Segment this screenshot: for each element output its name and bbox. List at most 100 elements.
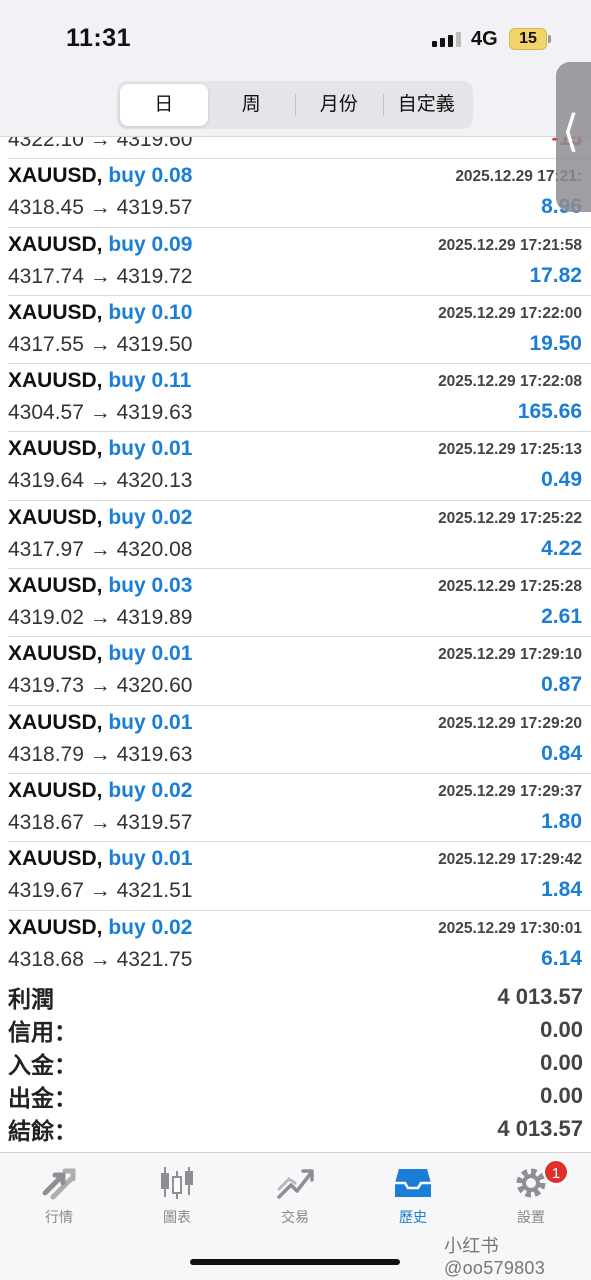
- trade-side: buy: [108, 164, 146, 188]
- trade-profit: 4.22: [541, 536, 582, 560]
- trade-row[interactable]: XAUUSD, buy 0.084322.10 → 4319.602025.12…: [8, 137, 591, 160]
- trade-row[interactable]: XAUUSD, buy 0.10 4317.55 → 4319.50 2025.12…: [8, 296, 591, 365]
- trade-symbol-line: XAUUSD, buy 0.03: [8, 574, 192, 598]
- quotes-arrows-icon: [42, 1168, 76, 1200]
- tab-chart[interactable]: 圖表: [127, 1165, 227, 1227]
- period-segmented-control: 日 周 月份 自定義: [117, 81, 473, 129]
- trade-side: buy: [108, 369, 146, 393]
- trade-prices: 4318.68 → 4321.75: [8, 947, 193, 971]
- summary-profit-row: 利潤 4 013.57: [8, 980, 583, 1013]
- tab-settings-label: 設置: [517, 1209, 545, 1225]
- trade-prices: 4319.73 → 4320.60: [8, 674, 193, 698]
- trade-volume: 0.02: [151, 505, 193, 529]
- trade-symbol: XAUUSD,: [8, 574, 103, 598]
- trade-volume: 0.09: [151, 232, 193, 256]
- tab-quotes[interactable]: 行情: [9, 1165, 109, 1227]
- trade-side: buy: [108, 642, 146, 666]
- trade-symbol-line: XAUUSD, buy 0.01: [8, 847, 192, 871]
- trade-side: buy: [108, 778, 146, 802]
- summary-credit-label: 信用：: [8, 1018, 77, 1045]
- trade-datetime: 2025.12.29 17:21:58: [438, 236, 582, 254]
- trade-datetime: 2025.12.29 17:29:10: [438, 646, 582, 664]
- candlestick-chart-icon: [161, 1167, 193, 1199]
- trade-prices: 4319.02 → 4319.89: [8, 606, 193, 630]
- trade-symbol-line: XAUUSD, buy 0.02: [8, 506, 192, 530]
- trade-symbol-line: XAUUSD, buy 0.11: [8, 369, 191, 393]
- trade-volume: 0.01: [151, 847, 193, 871]
- trade-volume: 0.08: [151, 164, 193, 188]
- trade-symbol: XAUUSD,: [8, 369, 103, 393]
- tab-trade[interactable]: 交易: [245, 1165, 345, 1227]
- trade-row[interactable]: XAUUSD, buy 0.01 4319.64 → 4320.13 2025.12…: [8, 432, 591, 501]
- summary-deposit-label: 入金：: [8, 1051, 77, 1078]
- summary-withdrawal-row: 出金： 0.00: [8, 1080, 583, 1113]
- trade-history-list[interactable]: XAUUSD, buy 0.08 4322.10 → 4319.60 2025.12…: [0, 137, 591, 972]
- summary-balance-row: 結餘： 4 013.57: [8, 1113, 583, 1146]
- tab-history-label: 歷史: [399, 1209, 427, 1225]
- tab-month[interactable]: 月份: [295, 84, 383, 126]
- tab-settings[interactable]: 設置 1: [481, 1159, 581, 1227]
- trade-side: buy: [108, 300, 146, 324]
- trade-symbol: XAUUSD,: [8, 164, 103, 188]
- tab-history[interactable]: 歷史: [363, 1165, 463, 1227]
- cellular-signal-icon: [432, 31, 461, 47]
- tab-week[interactable]: 周: [208, 84, 296, 126]
- trade-row[interactable]: XAUUSD, buy 0.02 4318.67 → 4319.57 2025.12…: [8, 774, 591, 843]
- trade-datetime: 2025.12.29 17:30:01: [438, 919, 582, 937]
- trade-prices: 4318.45 → 4319.57: [8, 196, 193, 220]
- tab-custom[interactable]: 自定義: [382, 84, 471, 126]
- trade-prices: 4317.74 → 4319.72: [8, 264, 193, 288]
- summary-balance-value: 4 013.57: [497, 1116, 583, 1142]
- trade-row[interactable]: XAUUSD, buy 0.02 4318.68 → 4321.75 2025.12…: [8, 911, 591, 972]
- side-drawer-handle[interactable]: ⟨: [556, 62, 591, 212]
- trade-profit: 6.14: [541, 946, 582, 970]
- trade-trend-icon: [277, 1169, 314, 1199]
- trade-symbol: XAUUSD,: [8, 232, 103, 256]
- trade-symbol-line: XAUUSD, buy 0.08: [8, 164, 192, 188]
- trade-profit: 17.82: [529, 263, 582, 287]
- trade-side: buy: [108, 915, 146, 939]
- summary-balance-label: 結餘：: [8, 1118, 77, 1145]
- trade-prices: 4319.67 → 4321.51: [8, 879, 193, 903]
- tab-quotes-label: 行情: [45, 1209, 73, 1225]
- trade-row[interactable]: XAUUSD, buy 0.03 4319.02 → 4319.89 2025.12…: [8, 569, 591, 638]
- network-type: 4G: [471, 28, 498, 50]
- trade-volume: 0.11: [151, 369, 192, 393]
- home-indicator[interactable]: [190, 1259, 400, 1265]
- trade-datetime: 2025.12.29 17:29:37: [438, 782, 582, 800]
- trade-symbol-line: XAUUSD, buy 0.02: [8, 916, 192, 940]
- trade-prices: 4317.55 → 4319.50: [8, 332, 193, 356]
- trade-row[interactable]: XAUUSD, buy 0.01 4319.67 → 4321.51 2025.12…: [8, 842, 591, 911]
- trade-row[interactable]: XAUUSD, buy 0.01 4319.73 → 4320.60 2025.12…: [8, 637, 591, 706]
- trade-datetime: 2025.12.29 17:25:28: [438, 578, 582, 596]
- summary-credit-row: 信用： 0.00: [8, 1013, 583, 1046]
- summary-withdrawal-label: 出金：: [8, 1085, 77, 1112]
- history-summary: 利潤 4 013.57 信用： 0.00 入金： 0.00 出金： 0.00 結…: [8, 980, 583, 1146]
- trade-row[interactable]: XAUUSD, buy 0.09 4317.74 → 4319.72 2025.12…: [8, 228, 591, 296]
- summary-withdrawal-value: 0.00: [540, 1083, 583, 1109]
- trade-profit: 2.61: [541, 605, 582, 629]
- trade-datetime: 2025.12.29 17:25:13: [438, 441, 582, 459]
- trade-prices: 4318.67 → 4319.57: [8, 810, 193, 834]
- trade-symbol: XAUUSD,: [8, 778, 103, 802]
- trade-datetime: 2025.12.29 17:22:00: [438, 304, 582, 322]
- trade-row[interactable]: XAUUSD, buy 0.02 4317.97 → 4320.08 2025.12…: [8, 501, 591, 570]
- trade-symbol-line: XAUUSD, buy 0.10: [8, 301, 192, 325]
- trade-row[interactable]: XAUUSD, buy 0.11 4304.57 → 4319.63 2025.12…: [8, 364, 591, 433]
- trade-row[interactable]: XAUUSD, buy 0.01 4318.79 → 4319.63 2025.12…: [8, 706, 591, 774]
- trade-side: buy: [108, 232, 146, 256]
- trade-profit: 1.80: [541, 809, 582, 833]
- trade-symbol: XAUUSD,: [8, 300, 103, 324]
- trade-side: buy: [108, 710, 146, 734]
- trade-prices: 4304.57 → 4319.63: [8, 401, 193, 425]
- trade-profit: 0.84: [541, 741, 582, 765]
- trade-profit: 165.66: [517, 400, 582, 424]
- trade-volume: 0.01: [151, 710, 193, 734]
- tab-day[interactable]: 日: [120, 84, 208, 126]
- trade-volume: 0.03: [151, 574, 193, 598]
- trade-datetime: 2025.12.29 17:22:08: [438, 373, 582, 391]
- tab-chart-label: 圖表: [163, 1209, 191, 1225]
- summary-deposit-value: 0.00: [540, 1049, 583, 1075]
- trade-volume: 0.01: [151, 642, 193, 666]
- trade-row[interactable]: XAUUSD, buy 0.08 4318.45 → 4319.57 2025.12…: [8, 159, 591, 228]
